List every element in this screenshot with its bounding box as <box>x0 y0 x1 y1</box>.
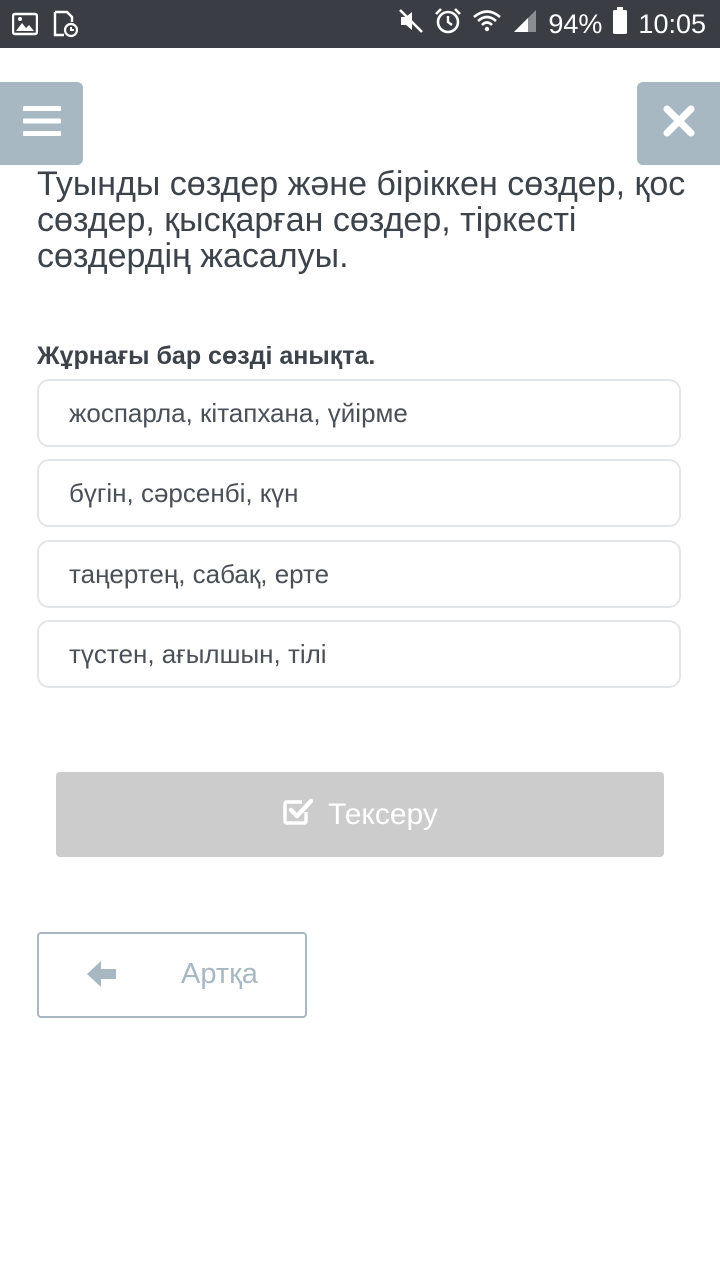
clock-time: 10:05 <box>638 8 706 39</box>
arrow-left-icon <box>87 960 117 996</box>
status-bar: 94% 10:05 <box>0 0 720 48</box>
menu-button[interactable] <box>0 82 83 165</box>
lesson-title: Туынды сөздер және біріккен сөздер, қос … <box>37 165 686 275</box>
hamburger-icon <box>22 105 61 142</box>
answer-option[interactable]: таңертең, сабақ, ерте <box>37 540 681 608</box>
close-button[interactable] <box>637 82 720 165</box>
signal-icon <box>512 8 538 41</box>
close-icon <box>663 105 695 142</box>
status-bar-left <box>11 10 79 43</box>
alarm-icon <box>434 7 462 42</box>
wifi-icon <box>472 8 502 41</box>
answer-option[interactable]: бүгін, сәрсенбі, күн <box>37 459 681 527</box>
battery-percent: 94% <box>548 8 603 39</box>
battery-icon <box>612 6 628 42</box>
answer-option[interactable]: жоспарла, кітапхана, үйірме <box>37 379 681 447</box>
mute-icon <box>398 8 424 41</box>
back-button[interactable]: Артқа <box>37 932 307 1018</box>
file-sync-icon <box>52 10 79 43</box>
check-button-label: Тексеру <box>328 797 438 831</box>
checkbox-check-icon <box>282 796 314 834</box>
back-button-label: Артқа <box>181 958 258 990</box>
answer-option[interactable]: түстен, ағылшын, тілі <box>37 620 681 688</box>
check-button[interactable]: Тексеру <box>56 772 664 857</box>
status-bar-right: 94% 10:05 <box>398 0 706 48</box>
gallery-icon <box>11 12 39 41</box>
question-text: Жұрнағы бар сөзді анықта. <box>37 342 376 370</box>
